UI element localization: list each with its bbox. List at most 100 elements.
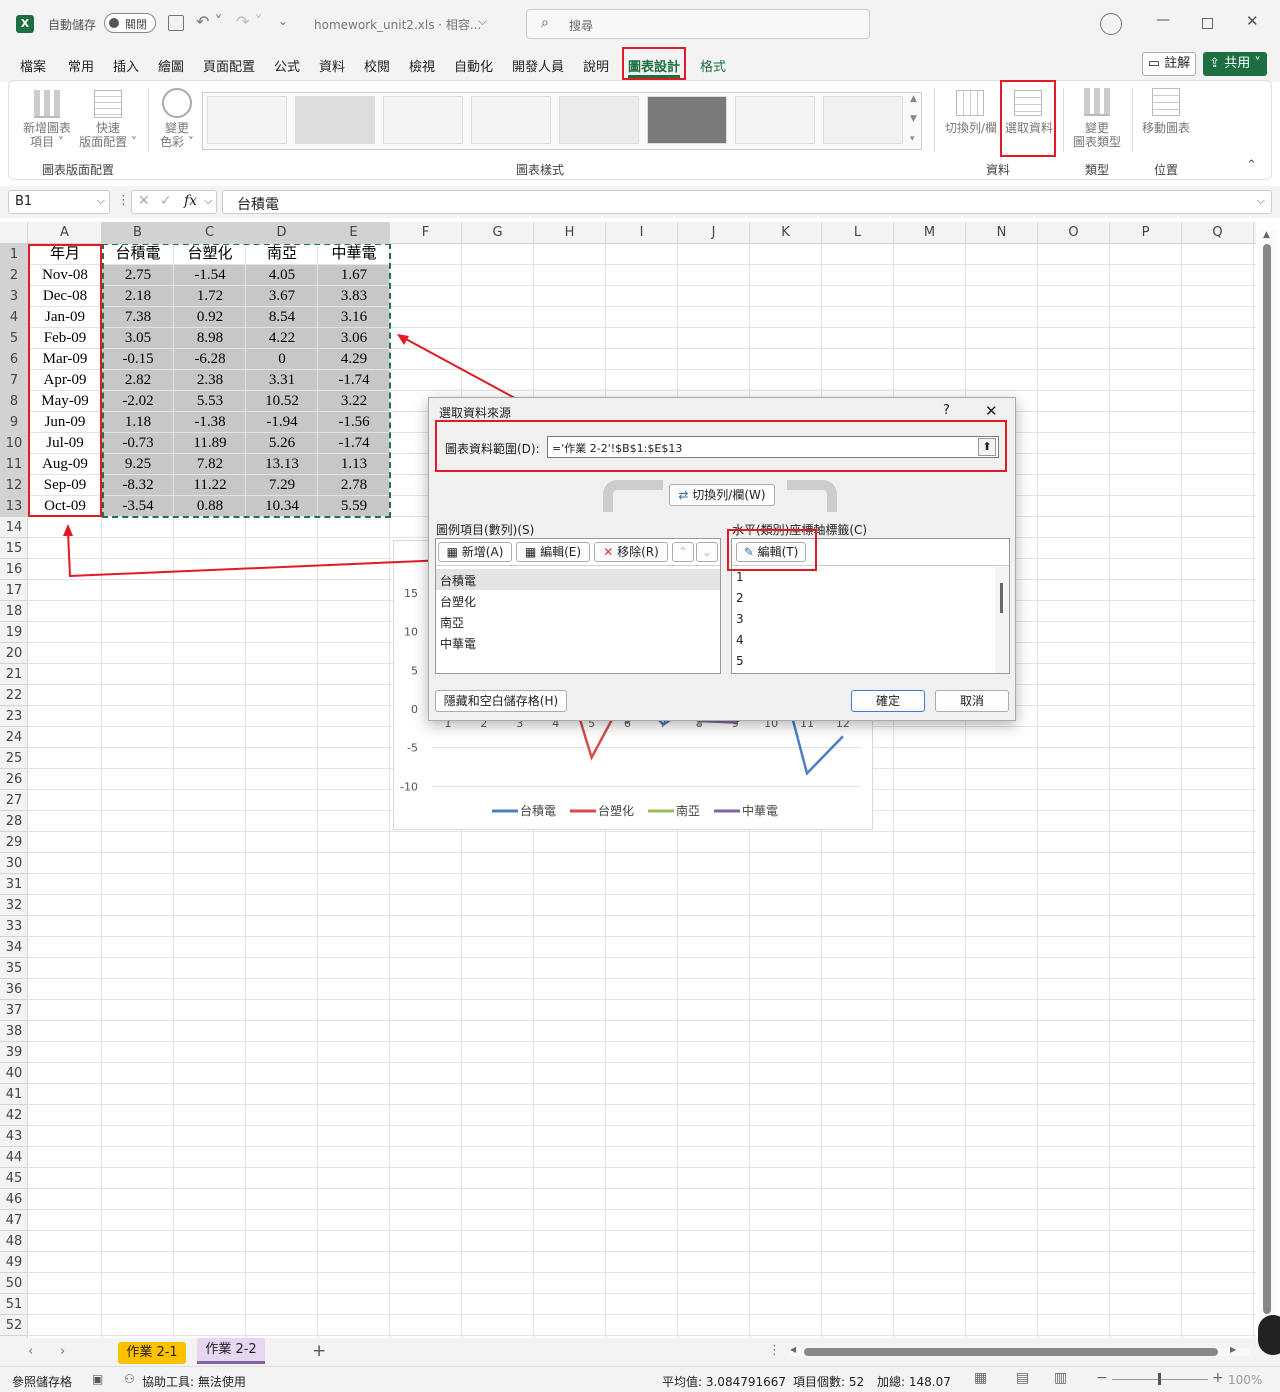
row-header[interactable]: 1: [0, 244, 28, 265]
macro-record-icon[interactable]: ▣: [92, 1372, 103, 1386]
tab-home[interactable]: 常用: [68, 56, 94, 75]
sheet-tab-2[interactable]: 作業 2-2: [197, 1338, 265, 1364]
row-header[interactable]: 25: [0, 748, 28, 769]
row-header[interactable]: 8: [0, 391, 28, 412]
row-header[interactable]: 43: [0, 1126, 28, 1147]
row-header[interactable]: 22: [0, 685, 28, 706]
row-header[interactable]: 15: [0, 538, 28, 559]
normal-view-icon[interactable]: ▦: [974, 1370, 987, 1386]
zoom-out-icon[interactable]: −: [1096, 1370, 1108, 1386]
column-header[interactable]: C: [174, 222, 246, 244]
cancel-entry-icon[interactable]: ✕: [138, 193, 150, 209]
more-options-icon[interactable]: ⋮: [117, 193, 130, 208]
axis-label-item[interactable]: 1: [736, 570, 744, 584]
chevron-down-icon[interactable]: ⌵: [204, 194, 212, 208]
chart-style-1[interactable]: [207, 96, 287, 144]
maximize-icon[interactable]: [1202, 18, 1213, 29]
minimize-icon[interactable]: —: [1156, 12, 1170, 28]
column-header[interactable]: E: [318, 222, 390, 244]
row-header[interactable]: 23: [0, 706, 28, 727]
row-header[interactable]: 45: [0, 1168, 28, 1189]
row-header[interactable]: 32: [0, 895, 28, 916]
column-header[interactable]: F: [390, 222, 462, 244]
zoom-level[interactable]: 100%: [1228, 1373, 1262, 1387]
row-header[interactable]: 49: [0, 1252, 28, 1273]
edit-series-button[interactable]: ▦ 編輯(E): [516, 542, 590, 562]
column-header[interactable]: J: [678, 222, 750, 244]
add-series-button[interactable]: ▦ 新增(A): [438, 542, 512, 562]
scroll-thumb[interactable]: [1263, 244, 1271, 1314]
tab-formulas[interactable]: 公式: [274, 56, 300, 75]
remove-series-button[interactable]: ✕ 移除(R): [594, 542, 668, 562]
column-header[interactable]: A: [28, 222, 102, 244]
move-up-button[interactable]: ⌃: [672, 542, 694, 562]
column-header[interactable]: H: [534, 222, 606, 244]
expand-formula-icon[interactable]: ⌵: [1257, 194, 1265, 208]
row-header[interactable]: 30: [0, 853, 28, 874]
row-header[interactable]: 24: [0, 727, 28, 748]
formula-input[interactable]: 台積電 ⌵: [222, 190, 1272, 214]
tab-format[interactable]: 格式: [700, 56, 726, 75]
sheet-tab-1[interactable]: 作業 2-1: [118, 1342, 186, 1364]
avatar[interactable]: [1100, 13, 1122, 35]
chart-style-7[interactable]: [735, 96, 815, 144]
scroll-up-icon[interactable]: ▲: [1263, 230, 1270, 240]
save-icon[interactable]: [168, 15, 184, 31]
row-header[interactable]: 18: [0, 601, 28, 622]
close-icon[interactable]: ✕: [1246, 12, 1259, 30]
row-header[interactable]: 34: [0, 937, 28, 958]
switch-row-column-button[interactable]: 切換列/欄: [940, 121, 1002, 135]
confirm-entry-icon[interactable]: ✓: [160, 193, 172, 209]
accessibility-status[interactable]: 協助工具: 無法使用: [142, 1373, 246, 1390]
scroll-right-icon[interactable]: ▶: [1230, 1345, 1236, 1354]
row-header[interactable]: 52: [0, 1315, 28, 1336]
redo-icon[interactable]: ↷ ˅: [236, 12, 263, 31]
move-down-button[interactable]: ⌄: [696, 542, 718, 562]
insert-function-icon[interactable]: fx: [184, 193, 197, 209]
switch-row-column-dialog-button[interactable]: ⇄ 切換列/欄(W): [669, 484, 775, 506]
row-header[interactable]: 26: [0, 769, 28, 790]
chart-style-5[interactable]: [559, 96, 639, 144]
collapse-ribbon-icon[interactable]: ⌃: [1246, 158, 1257, 173]
column-header[interactable]: O: [1038, 222, 1110, 244]
row-header[interactable]: 40: [0, 1063, 28, 1084]
move-chart-button[interactable]: 移動圖表: [1136, 121, 1196, 135]
undo-icon[interactable]: ↶ ˅: [196, 12, 223, 31]
tab-draw[interactable]: 繪圖: [158, 56, 184, 75]
close-icon[interactable]: ✕: [985, 402, 998, 420]
next-sheet-icon[interactable]: ›: [60, 1344, 65, 1359]
more-options-icon[interactable]: ⋮: [768, 1343, 781, 1358]
page-layout-view-icon[interactable]: ▤: [1016, 1370, 1029, 1386]
tab-page-layout[interactable]: 頁面配置: [203, 56, 255, 75]
column-header[interactable]: I: [606, 222, 678, 244]
add-sheet-icon[interactable]: +: [312, 1341, 326, 1361]
row-header[interactable]: 27: [0, 790, 28, 811]
accessibility-icon[interactable]: ⚇: [124, 1372, 135, 1386]
row-header[interactable]: 39: [0, 1042, 28, 1063]
column-header[interactable]: L: [822, 222, 894, 244]
add-chart-element-button[interactable]: 新增圖表 項目 ˅: [16, 121, 78, 149]
hidden-empty-cells-button[interactable]: 隱藏和空白儲存格(H): [435, 690, 567, 712]
row-header[interactable]: 7: [0, 370, 28, 391]
tab-review[interactable]: 校閱: [364, 56, 390, 75]
help-button[interactable]: ?: [943, 403, 950, 418]
row-header[interactable]: 6: [0, 349, 28, 370]
row-header[interactable]: 10: [0, 433, 28, 454]
chart-style-6[interactable]: [647, 96, 727, 144]
chart-style-2[interactable]: [295, 96, 375, 144]
share-button[interactable]: ⇪ 共用 ˅: [1203, 52, 1267, 76]
row-header[interactable]: 9: [0, 412, 28, 433]
tab-help[interactable]: 說明: [583, 56, 609, 75]
scroll-thumb[interactable]: [804, 1348, 1218, 1356]
column-header[interactable]: B: [102, 222, 174, 244]
row-header[interactable]: 16: [0, 559, 28, 580]
row-header[interactable]: 51: [0, 1294, 28, 1315]
row-header[interactable]: 44: [0, 1147, 28, 1168]
row-header[interactable]: 50: [0, 1273, 28, 1294]
comment-button[interactable]: ▭ 註解: [1142, 52, 1196, 76]
row-header[interactable]: 35: [0, 958, 28, 979]
column-header[interactable]: P: [1110, 222, 1182, 244]
row-header[interactable]: 5: [0, 328, 28, 349]
axis-label-item[interactable]: 5: [736, 654, 744, 668]
row-header[interactable]: 42: [0, 1105, 28, 1126]
